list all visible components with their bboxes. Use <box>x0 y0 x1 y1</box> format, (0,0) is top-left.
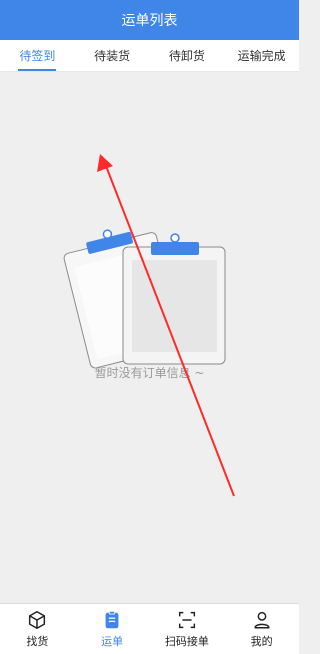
nav-profile[interactable]: 我的 <box>224 604 299 654</box>
scan-icon <box>178 611 195 629</box>
waybill-list-area: 暂时没有订单信息 ~ <box>0 72 299 603</box>
nav-waybills[interactable]: 运单 <box>75 604 150 654</box>
nav-label: 我的 <box>250 635 273 648</box>
nav-find-goods[interactable]: 找货 <box>0 604 75 654</box>
tab-label: 运输完成 <box>237 49 286 63</box>
page-title: 运单列表 <box>121 13 178 29</box>
nav-label: 扫码接单 <box>164 635 209 648</box>
tab-transport-complete[interactable]: 运输完成 <box>224 40 299 71</box>
tab-pending-unloading[interactable]: 待卸货 <box>150 40 225 71</box>
tab-label: 待卸货 <box>168 49 205 63</box>
empty-clipboard-illustration <box>63 229 226 369</box>
app-header: 运单列表 <box>0 0 299 40</box>
user-icon <box>254 611 270 629</box>
clipboard-icon <box>105 610 119 629</box>
tab-pending-checkin[interactable]: 待签到 <box>0 40 75 71</box>
empty-state-message: 暂时没有订单信息 ~ <box>94 366 205 380</box>
tab-label: 待签到 <box>19 49 56 63</box>
nav-scan-accept[interactable]: 扫码接单 <box>150 604 225 654</box>
status-tabs: 待签到 待装货 待卸货 运输完成 <box>0 40 299 72</box>
tab-label: 待装货 <box>94 49 131 63</box>
bottom-navigation: 找货 运单 扫码接单 我的 <box>0 603 299 654</box>
tab-pending-loading[interactable]: 待装货 <box>75 40 150 71</box>
box-icon <box>29 611 46 629</box>
nav-label: 运单 <box>101 635 124 648</box>
nav-label: 找货 <box>26 635 49 648</box>
